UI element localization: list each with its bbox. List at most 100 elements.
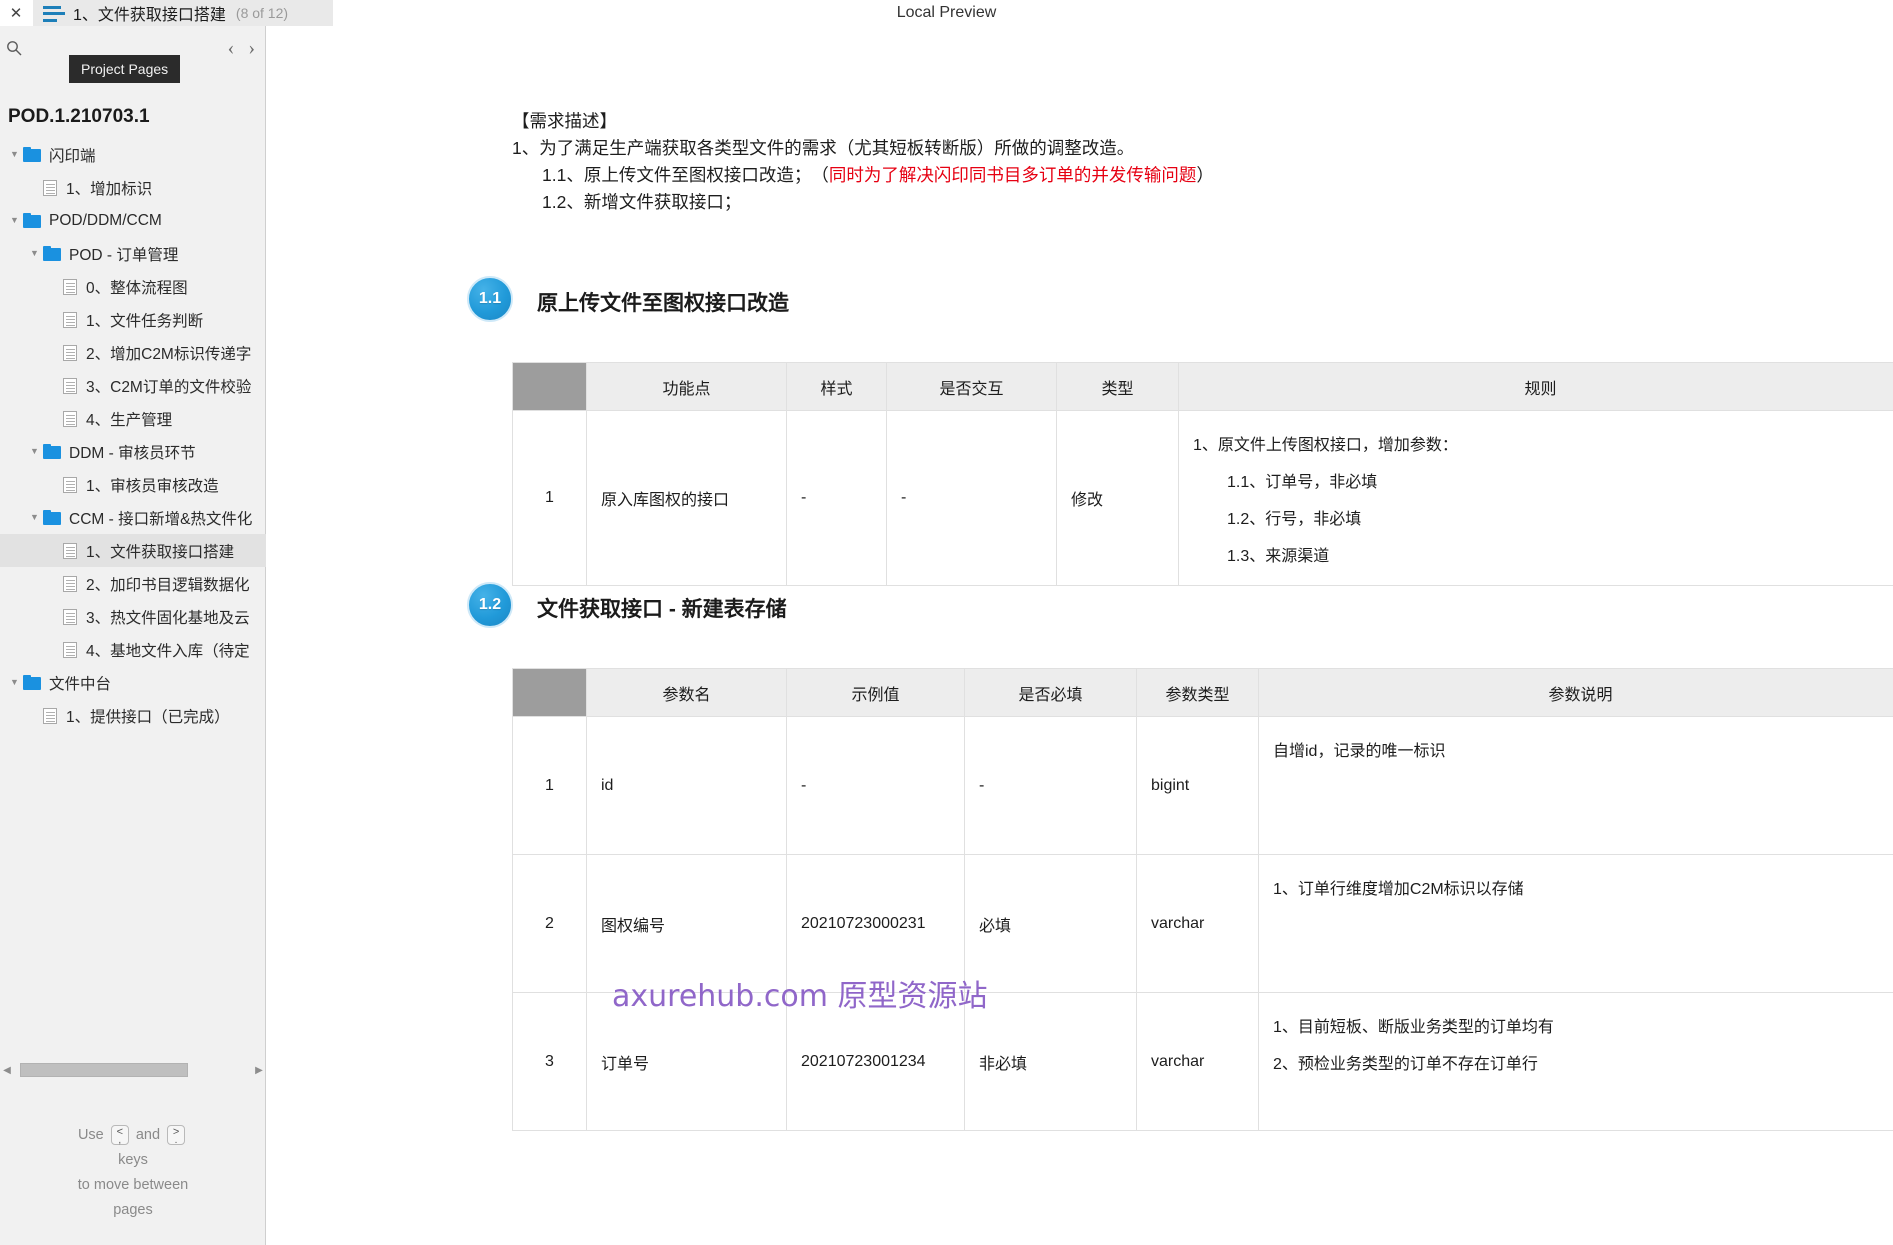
section-1-1-title: 原上传文件至图权接口改造	[537, 292, 789, 315]
page-icon	[63, 575, 77, 592]
scroll-right-icon[interactable]: ▶	[252, 1065, 266, 1076]
top-bar-left: ✕ 1、文件获取接口搭建 (8 of 12)	[0, 0, 333, 26]
page-icon	[63, 311, 77, 328]
cell-type: 修改	[1056, 410, 1179, 586]
tab-title: 1、文件获取接口搭建	[73, 7, 226, 24]
cell-param-name: 订单号	[586, 992, 787, 1131]
table-row: 1 原入库图权的接口 - - 修改 1、原文件上传图权接口，增加参数： 1.1、订单号，非必…	[512, 410, 1893, 586]
tree-item-label: POD/DDM/CCM	[49, 211, 162, 229]
description-line: 1、目前短板、断版业务类型的订单均有	[1273, 1019, 1554, 1036]
page-icon	[63, 410, 77, 427]
tree-item[interactable]: ▼3、热文件固化基地及云	[0, 600, 266, 633]
hint-and-label: and	[135, 1127, 161, 1143]
scrollbar-track[interactable]	[14, 1063, 252, 1077]
tab-counter: (8 of 12)	[235, 5, 289, 21]
section-1-2-table: 参数名 示例值 是否必填 参数类型 参数说明 1 id - - bigint 自增id，记录的唯一标…	[512, 668, 1893, 1131]
cell-description: 1、目前短板、断版业务类型的订单均有 2、预检业务类型的订单不存在订单行	[1258, 992, 1893, 1131]
cell-param-name: 图权编号	[586, 854, 787, 993]
tree-item[interactable]: ▼4、生产管理	[0, 402, 266, 435]
column-header: 参数说明	[1258, 668, 1893, 717]
tree-item[interactable]: ▼ CCM - 接口新增&热文件化	[0, 501, 266, 534]
tree-item[interactable]: ▼3、C2M订单的文件校验	[0, 369, 266, 402]
column-header: 参数类型	[1136, 668, 1259, 717]
prev-page-button[interactable]: ‹	[228, 36, 235, 60]
tree-item-label: 3、C2M订单的文件校验	[86, 378, 252, 396]
tree-item[interactable]: ▼2、增加C2M标识传递字	[0, 336, 266, 369]
tree-item[interactable]: ▼1、文件获取接口搭建	[0, 534, 266, 567]
section-1-2-badge: 1.2	[467, 582, 513, 628]
scrollbar-thumb[interactable]	[20, 1063, 188, 1077]
requirement-line-1-1-tail: ）	[1196, 165, 1214, 185]
chevron-down-icon[interactable]: ▼	[26, 513, 43, 522]
column-header: 类型	[1056, 362, 1179, 411]
chevron-down-icon[interactable]: ▼	[6, 216, 23, 225]
page-icon	[63, 377, 77, 394]
rule-sub: 1.1、订单号，非必填	[1227, 474, 1378, 491]
tree-item[interactable]: ▼ DDM - 审核员环节	[0, 435, 266, 468]
menu-icon[interactable]	[43, 5, 65, 22]
tree-item[interactable]: ▼4、基地文件入库（待定	[0, 633, 266, 666]
tree-item[interactable]: ▼0、整体流程图	[0, 270, 266, 303]
requirement-line-1-1: 1.1、原上传文件至图权接口改造； （同时为了解决闪印同书目多订单的并发传输问题…	[542, 162, 1214, 189]
page-icon	[63, 278, 77, 295]
chevron-down-icon[interactable]: ▼	[26, 447, 43, 456]
tree-item-label: CCM - 接口新增&热文件化	[69, 510, 253, 528]
tree-item[interactable]: ▼ POD/DDM/CCM	[0, 204, 266, 237]
folder-icon	[43, 444, 62, 459]
tree-item[interactable]: ▼ 闪印端	[0, 138, 266, 171]
next-page-button[interactable]: ›	[248, 36, 255, 60]
table-row: 3 订单号 20210723001234 非必填 varchar 1、目前短板、断版业务类…	[512, 992, 1893, 1131]
folder-icon	[43, 510, 62, 525]
project-pages-tooltip: Project Pages	[69, 55, 181, 83]
page-tree: ▼闪印端▼1、增加标识▼POD/DDM/CCM▼POD - 订单管理▼0、整体流…	[0, 138, 266, 732]
rule-sub: 1.2、行号，非必填	[1227, 511, 1362, 528]
tree-item-label: 2、加印书目逻辑数据化	[86, 576, 250, 594]
close-icon[interactable]: ✕	[0, 0, 32, 26]
tree-item[interactable]: ▼1、增加标识	[0, 171, 266, 204]
tree-item[interactable]: ▼ 文件中台	[0, 666, 266, 699]
tree-item-label: 4、基地文件入库（待定	[86, 642, 250, 660]
tree-item-label: 1、增加标识	[66, 180, 153, 198]
cell-idx: 1	[512, 410, 587, 586]
page-icon	[63, 344, 77, 361]
cell-idx: 3	[512, 992, 587, 1131]
tree-item[interactable]: ▼ POD - 订单管理	[0, 237, 266, 270]
table-header-row: 参数名 示例值 是否必填 参数类型 参数说明	[512, 668, 1893, 717]
folder-icon	[23, 147, 42, 162]
page-icon	[63, 476, 77, 493]
cell-description: 1、订单行维度增加C2M标识以存储	[1258, 854, 1893, 993]
sidebar-horizontal-scrollbar[interactable]: ◀ ▶	[0, 1059, 266, 1081]
tree-item[interactable]: ▼1、文件任务判断	[0, 303, 266, 336]
rule-sub: 1.3、来源渠道	[1227, 548, 1330, 565]
tree-item[interactable]: ▼1、提供接口（已完成）	[0, 699, 266, 732]
cell-idx: 1	[512, 716, 587, 855]
cell-required: 必填	[964, 854, 1137, 993]
tree-item-label: 4、生产管理	[86, 411, 173, 429]
project-title: POD.1.210703.1	[8, 106, 150, 127]
sidebar-toolbar: ‹ › Project Pages	[0, 26, 265, 83]
search-icon[interactable]	[6, 40, 22, 56]
chevron-down-icon[interactable]: ▼	[6, 678, 23, 687]
cell-description: 自增id，记录的唯一标识	[1258, 716, 1893, 855]
tree-item[interactable]: ▼1、审核员审核改造	[0, 468, 266, 501]
tree-item-label: DDM - 审核员环节	[69, 444, 196, 462]
chevron-down-icon[interactable]: ▼	[6, 150, 23, 159]
table-row: 2 图权编号 20210723000231 必填 varchar 1、订单行维度增加C2M…	[512, 854, 1893, 993]
column-header: 规则	[1178, 362, 1893, 411]
section-1-1-badge: 1.1	[467, 276, 513, 322]
cell-rule: 1、原文件上传图权接口，增加参数： 1.1、订单号，非必填 1.2、行号，非必填 1.…	[1178, 410, 1893, 586]
description-line: 自增id，记录的唯一标识	[1273, 743, 1446, 760]
scroll-left-icon[interactable]: ◀	[0, 1065, 14, 1076]
cell-interactive: -	[886, 410, 1057, 586]
page-tab[interactable]: 1、文件获取接口搭建 (8 of 12)	[33, 0, 333, 26]
chevron-down-icon[interactable]: ▼	[26, 249, 43, 258]
project-pages-sidebar: ‹ › Project Pages POD.1.210703.1 ▼闪印端▼1、…	[0, 26, 266, 1245]
column-header: 样式	[786, 362, 887, 411]
table-row: 1 id - - bigint 自增id，记录的唯一标识	[512, 716, 1893, 855]
table-header-row: 功能点 样式 是否交互 类型 规则	[512, 362, 1893, 411]
keyboard-hint-line3: to move between	[77, 1177, 189, 1193]
tree-item[interactable]: ▼2、加印书目逻辑数据化	[0, 567, 266, 600]
next-key-cap: > .	[167, 1125, 186, 1146]
column-header: 是否交互	[886, 362, 1057, 411]
cell-param-type: varchar	[1136, 992, 1259, 1131]
